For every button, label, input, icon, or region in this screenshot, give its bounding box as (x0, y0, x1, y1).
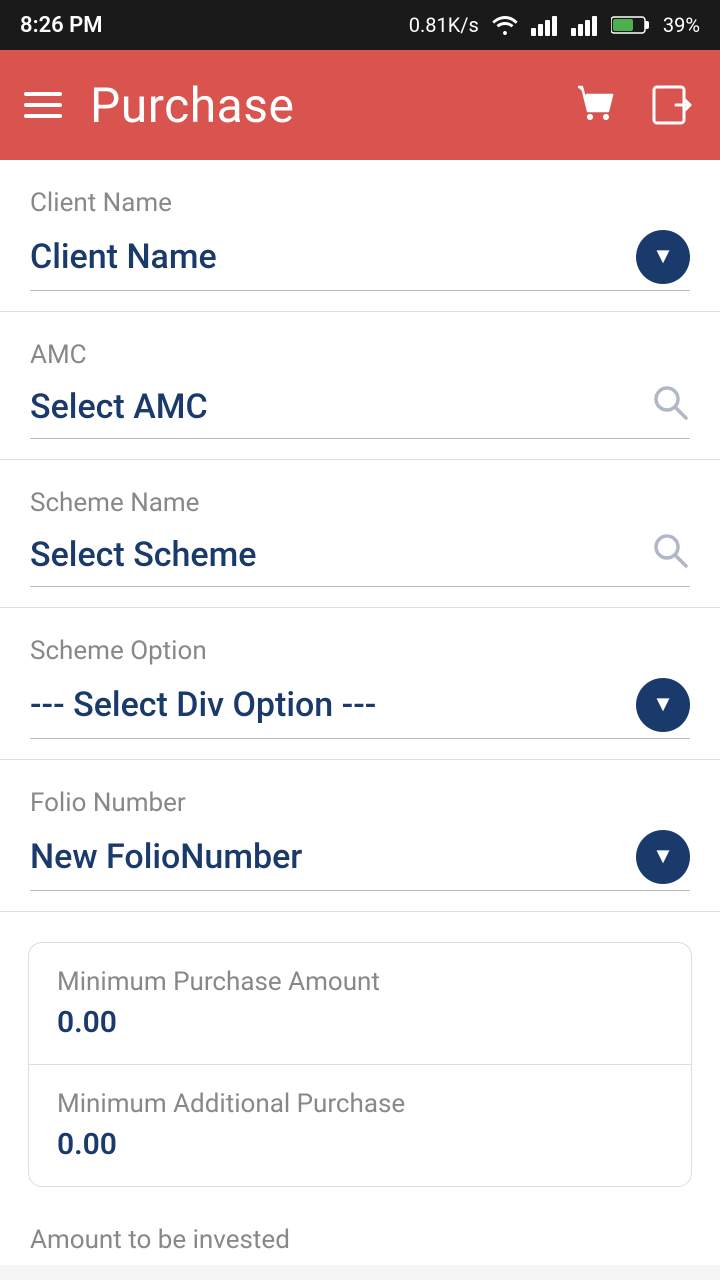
page-title: Purchase (90, 77, 294, 134)
chevron-down-icon-3: ▼ (652, 846, 674, 868)
amc-label: AMC (30, 340, 690, 370)
min-additional-label: Minimum Additional Purchase (57, 1089, 663, 1119)
status-right: 0.81K/s 39% (409, 13, 700, 37)
content-area: Client Name Client Name ▼ AMC Select AMC… (0, 160, 720, 1265)
chevron-down-icon: ▼ (652, 246, 674, 268)
status-time: 8:26 PM (20, 13, 103, 38)
toolbar-right (572, 81, 696, 129)
status-bar: 8:26 PM 0.81K/s 39% (0, 0, 720, 50)
scheme-name-row: Select Scheme (30, 530, 690, 587)
wifi-icon (491, 14, 519, 36)
battery-percent: 39% (663, 13, 700, 37)
amc-value: Select AMC (30, 387, 208, 427)
folio-number-section: Folio Number New FolioNumber ▼ (0, 760, 720, 912)
scheme-name-label: Scheme Name (30, 488, 690, 518)
amc-search-icon[interactable] (650, 382, 690, 432)
client-name-label: Client Name (30, 188, 690, 218)
toolbar: Purchase (0, 50, 720, 160)
battery-icon (611, 15, 651, 35)
amc-row: Select AMC (30, 382, 690, 439)
hamburger-menu[interactable] (24, 92, 62, 118)
scheme-option-label: Scheme Option (30, 636, 690, 666)
min-purchase-label: Minimum Purchase Amount (57, 967, 663, 997)
cart-icon[interactable] (572, 81, 620, 129)
scheme-search-icon[interactable] (650, 530, 690, 580)
scheme-option-section: Scheme Option --- Select Div Option --- … (0, 608, 720, 760)
signal-icon (531, 14, 559, 36)
network-speed: 0.81K/s (409, 13, 479, 37)
signal-icon-2 (571, 14, 599, 36)
amount-section: Amount to be invested (0, 1197, 720, 1265)
scheme-option-row: --- Select Div Option --- ▼ (30, 678, 690, 739)
client-name-value: Client Name (30, 237, 217, 277)
min-purchase-row: Minimum Purchase Amount 0.00 (29, 943, 691, 1065)
client-name-dropdown-btn[interactable]: ▼ (636, 230, 690, 284)
folio-number-row: New FolioNumber ▼ (30, 830, 690, 891)
amount-label: Amount to be invested (30, 1225, 690, 1255)
min-purchase-value: 0.00 (57, 1005, 663, 1040)
folio-number-value: New FolioNumber (30, 837, 302, 877)
scheme-name-value: Select Scheme (30, 535, 256, 575)
client-name-row: Client Name ▼ (30, 230, 690, 291)
folio-number-dropdown-btn[interactable]: ▼ (636, 830, 690, 884)
scheme-name-section: Scheme Name Select Scheme (0, 460, 720, 608)
folio-number-label: Folio Number (30, 788, 690, 818)
amc-section: AMC Select AMC (0, 312, 720, 460)
info-card: Minimum Purchase Amount 0.00 Minimum Add… (28, 942, 692, 1187)
min-additional-row: Minimum Additional Purchase 0.00 (29, 1065, 691, 1186)
scheme-option-value: --- Select Div Option --- (30, 685, 376, 725)
scheme-option-dropdown-btn[interactable]: ▼ (636, 678, 690, 732)
min-additional-value: 0.00 (57, 1127, 663, 1162)
client-name-section: Client Name Client Name ▼ (0, 160, 720, 312)
logout-icon[interactable] (648, 81, 696, 129)
chevron-down-icon-2: ▼ (652, 694, 674, 716)
toolbar-left: Purchase (24, 77, 294, 134)
